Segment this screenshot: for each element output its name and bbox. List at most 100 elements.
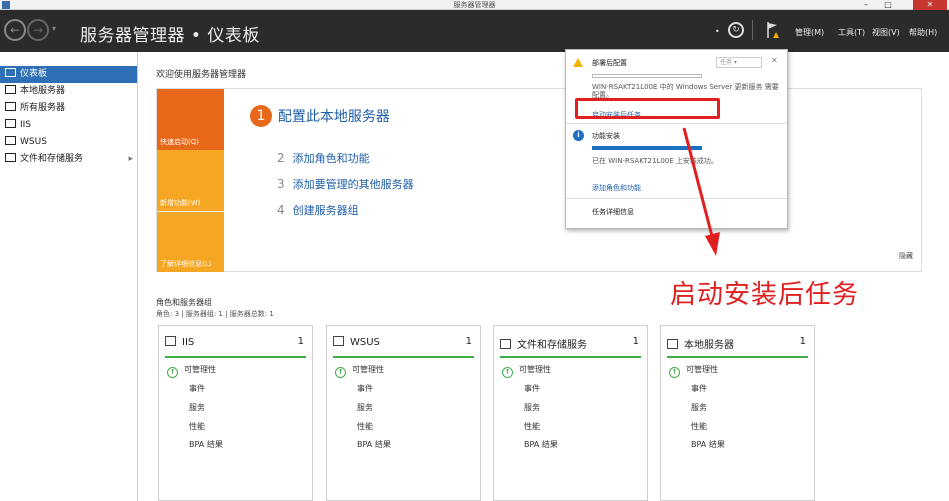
- sidebar-item-label: IIS: [20, 120, 32, 130]
- arrow-right-icon: →: [32, 23, 44, 37]
- card-row-events[interactable]: 事件: [524, 383, 540, 394]
- card-row-manageability[interactable]: ↑ 可管理性: [669, 364, 718, 378]
- servers-icon: [5, 102, 16, 111]
- step-number: 2: [277, 151, 285, 165]
- tile-learn-more[interactable]: 了解详细信息(L): [157, 211, 224, 272]
- card-row-events[interactable]: 事件: [189, 383, 205, 394]
- step-number: 3: [277, 177, 285, 191]
- menu-tools[interactable]: 工具(T): [838, 27, 865, 38]
- card-count: 1: [799, 336, 806, 347]
- card-row-performance[interactable]: 性能: [189, 421, 205, 432]
- sidebar-item-iis[interactable]: IIS: [0, 117, 137, 134]
- forward-button[interactable]: →: [27, 19, 49, 41]
- card-row-events[interactable]: 事件: [357, 383, 373, 394]
- card-row-services[interactable]: 服务: [357, 402, 373, 413]
- check-up-icon: ↑: [167, 367, 178, 378]
- iis-icon: [165, 336, 176, 346]
- minimize-button[interactable]: –: [856, 0, 876, 10]
- feature-install-description: 已在 WIN-RSAKT21L00E 上安装成功。: [592, 157, 718, 165]
- nav-history-dropdown[interactable]: ▾: [52, 24, 56, 33]
- step-label: 添加角色和功能: [292, 152, 370, 165]
- add-roles-features-link[interactable]: 添加角色和功能: [592, 183, 641, 193]
- row-label: 可管理性: [184, 365, 216, 374]
- chevron-right-icon[interactable]: ▸: [128, 151, 133, 168]
- sidebar-item-dashboard[interactable]: 仪表板: [0, 66, 137, 83]
- card-row-bpa[interactable]: BPA 结果: [189, 439, 223, 450]
- sidebar-item-local-server[interactable]: 本地服务器: [0, 83, 137, 100]
- task-details-link[interactable]: 任务详细信息: [592, 207, 634, 217]
- status-bar: [165, 356, 306, 358]
- progress-bar-full: [592, 146, 702, 150]
- roles-summary: 角色: 3 | 服务器组: 1 | 服务器总数: 1: [156, 310, 274, 318]
- step-configure-local-server[interactable]: 1 配置此本地服务器: [250, 105, 390, 127]
- card-row-services[interactable]: 服务: [524, 402, 540, 413]
- step-number: 1: [250, 105, 272, 127]
- page-breadcrumb: 服务器管理器 • 仪表板: [80, 26, 260, 46]
- tile-quick-start[interactable]: 快速启动(Q): [157, 89, 224, 150]
- refresh-dropdown[interactable]: •: [715, 27, 720, 36]
- sidebar-item-label: 仪表板: [20, 69, 48, 79]
- card-row-events[interactable]: 事件: [691, 383, 707, 394]
- card-row-manageability[interactable]: ↑ 可管理性: [502, 364, 551, 378]
- back-button[interactable]: ←: [4, 19, 26, 41]
- role-card-wsus[interactable]: WSUS 1 ↑ 可管理性 事件 服务 性能 BPA 结果: [326, 325, 481, 501]
- card-title[interactable]: WSUS: [350, 337, 380, 348]
- highlight-box: [575, 98, 720, 119]
- card-row-manageability[interactable]: ↑ 可管理性: [167, 364, 216, 378]
- menu-view[interactable]: 视图(V): [872, 27, 900, 38]
- maximize-button[interactable]: □: [878, 0, 898, 10]
- card-row-manageability[interactable]: ↑ 可管理性: [335, 364, 384, 378]
- close-button[interactable]: ✕: [913, 0, 947, 10]
- card-row-performance[interactable]: 性能: [691, 421, 707, 432]
- sidebar-item-file-storage[interactable]: 文件和存储服务 ▸: [0, 151, 137, 168]
- post-deploy-title: 部署后配置: [592, 59, 627, 67]
- info-icon: i: [573, 130, 584, 141]
- refresh-icon[interactable]: ↻: [728, 22, 744, 38]
- tile-label: 新增功能(W): [160, 199, 201, 207]
- tile-whats-new[interactable]: 新增功能(W): [157, 150, 224, 211]
- role-card-local-server[interactable]: 本地服务器 1 ↑ 可管理性 事件 服务 性能 BPA 结果: [660, 325, 815, 501]
- card-row-performance[interactable]: 性能: [357, 421, 373, 432]
- card-row-bpa[interactable]: BPA 结果: [357, 439, 391, 450]
- step-create-group[interactable]: 4 创建服务器组: [277, 202, 359, 218]
- window-titlebar: 服务器管理器 – □ ✕: [0, 0, 949, 10]
- row-label: 可管理性: [686, 365, 718, 374]
- sidebar: 仪表板 本地服务器 所有服务器 IIS WSUS 文件和存储服务 ▸: [0, 52, 138, 501]
- menu-manage[interactable]: 管理(M): [795, 27, 824, 38]
- step-label: 创建服务器组: [292, 204, 359, 217]
- card-row-services[interactable]: 服务: [691, 402, 707, 413]
- quick-start-panel: 快速启动(Q) 新增功能(W) 了解详细信息(L) 1 配置此本地服务器 2 添加…: [156, 88, 922, 272]
- hide-link[interactable]: 隐藏: [899, 251, 913, 261]
- notification-popup: 部署后配置 任务 ▾ ✕ WIN-RSAKT21L00E 中的 Windows …: [565, 49, 788, 229]
- sidebar-item-all-servers[interactable]: 所有服务器: [0, 100, 137, 117]
- card-title[interactable]: 本地服务器: [684, 340, 734, 351]
- check-up-icon: ↑: [669, 367, 680, 378]
- menu-help[interactable]: 帮助(H): [909, 27, 937, 38]
- storage-icon: [5, 153, 16, 162]
- welcome-heading: 欢迎使用服务器管理器: [156, 70, 247, 80]
- sidebar-item-wsus[interactable]: WSUS: [0, 134, 137, 151]
- close-icon[interactable]: ✕: [771, 56, 778, 65]
- tasks-dropdown[interactable]: 任务 ▾: [716, 57, 762, 68]
- progress-bar-empty: [592, 74, 702, 78]
- card-title[interactable]: IIS: [182, 337, 194, 348]
- row-label: 可管理性: [352, 365, 384, 374]
- card-count: 1: [297, 336, 304, 347]
- step-add-servers[interactable]: 3 添加要管理的其他服务器: [277, 176, 414, 192]
- notification-flag-icon[interactable]: [766, 21, 780, 39]
- storage-icon: [500, 339, 511, 349]
- step-add-roles[interactable]: 2 添加角色和功能: [277, 150, 370, 166]
- server-icon: [5, 85, 16, 94]
- sidebar-item-label: 本地服务器: [20, 86, 66, 96]
- role-card-iis[interactable]: IIS 1 ↑ 可管理性 事件 服务 性能 BPA 结果: [158, 325, 313, 501]
- wsus-icon: [333, 336, 344, 346]
- row-label: 可管理性: [519, 365, 551, 374]
- divider: [566, 123, 787, 124]
- card-row-bpa[interactable]: BPA 结果: [524, 439, 558, 450]
- card-row-bpa[interactable]: BPA 结果: [691, 439, 725, 450]
- card-row-services[interactable]: 服务: [189, 402, 205, 413]
- role-card-file-storage[interactable]: 文件和存储服务 1 ↑ 可管理性 事件 服务 性能 BPA 结果: [493, 325, 648, 501]
- server-icon: [667, 339, 678, 349]
- card-row-performance[interactable]: 性能: [524, 421, 540, 432]
- card-title[interactable]: 文件和存储服务: [517, 340, 587, 351]
